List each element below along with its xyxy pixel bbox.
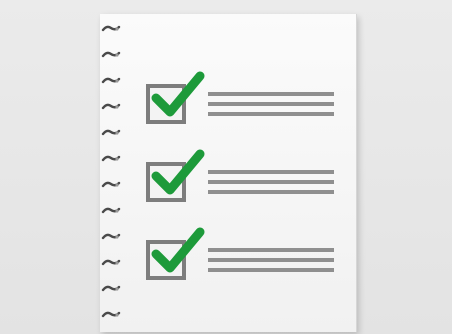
spiral-ring	[101, 103, 121, 110]
checklist-item	[146, 71, 346, 134]
notepad	[100, 14, 357, 332]
item-text-lines	[208, 248, 334, 278]
spiral-ring	[101, 155, 121, 162]
spiral-ring	[101, 77, 121, 84]
spiral-ring	[101, 181, 121, 188]
spiral-ring	[101, 259, 121, 266]
illustration-frame	[0, 0, 452, 334]
check-icon	[151, 71, 205, 117]
spiral-ring	[101, 207, 121, 214]
checklist-item	[146, 149, 346, 212]
spiral-ring	[101, 285, 121, 292]
spiral-ring	[101, 233, 121, 240]
check-icon	[151, 149, 205, 195]
spiral-ring	[101, 129, 121, 136]
checklist-item	[146, 227, 346, 290]
check-icon	[151, 227, 205, 273]
spiral-ring	[101, 311, 121, 318]
spiral-ring	[101, 25, 121, 32]
spiral-ring	[101, 51, 121, 58]
item-text-lines	[208, 170, 334, 200]
item-text-lines	[208, 92, 334, 122]
spiral-binding	[100, 14, 126, 332]
